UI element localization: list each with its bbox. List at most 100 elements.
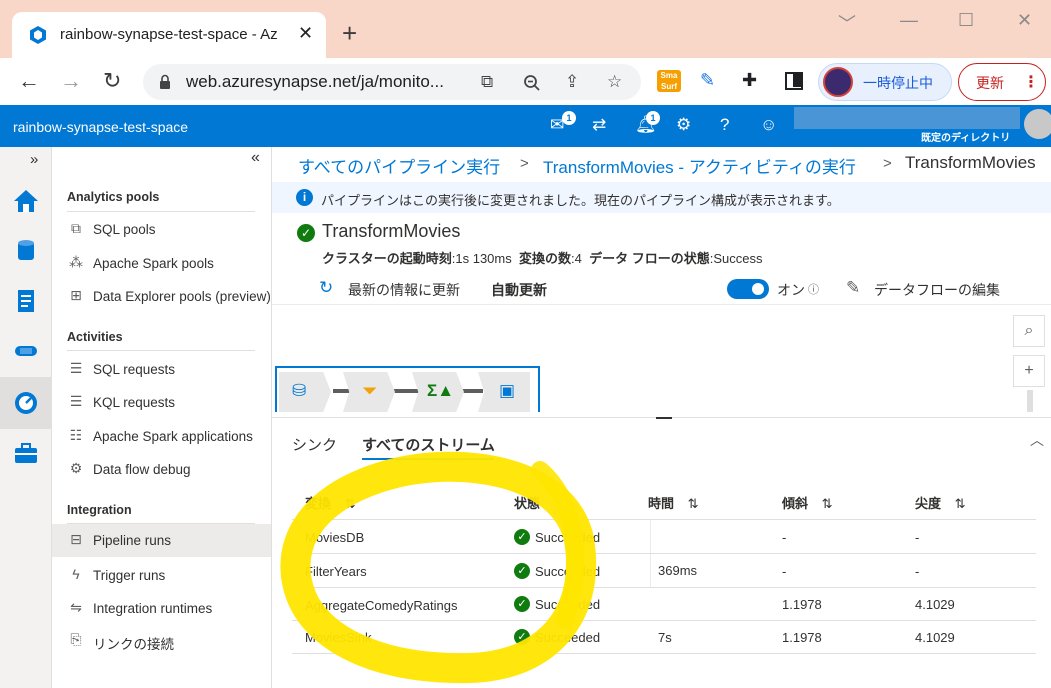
zoom-slider[interactable]	[1027, 390, 1033, 412]
smart-surf-extension-icon[interactable]: Sma Surf	[657, 70, 681, 92]
expand-rail-icon[interactable]: »	[30, 151, 38, 168]
pipeline-run-icon: ⊟	[70, 531, 82, 547]
cell-transform: FilterYears	[305, 564, 367, 579]
nav-item-integration-runtimes[interactable]: ⇋ Integration runtimes	[52, 592, 271, 625]
section-divider	[67, 211, 255, 212]
sort-icon[interactable]: ⇅	[955, 496, 966, 511]
spark-application-icon: ☷	[69, 427, 83, 443]
share-icon[interactable]: ⇪	[565, 72, 579, 92]
column-header-status[interactable]: 状態 ⇅	[514, 493, 565, 512]
manage-toolbox-icon[interactable]	[12, 439, 40, 467]
puzzle-extensions-icon[interactable]: ✚	[742, 70, 757, 91]
column-header-time[interactable]: 時間 ⇅	[648, 493, 699, 512]
source-database-icon: ⛁	[292, 381, 307, 400]
filter-funnel-icon: ⏷	[363, 381, 377, 400]
tab-sink[interactable]: シンク	[292, 434, 337, 455]
cell-kurtosis: 4.1029	[915, 597, 955, 612]
toolbar-divider	[272, 304, 1051, 305]
cell-status: Succeeded	[535, 564, 601, 579]
nav-item-spark-pools[interactable]: ⁂ Apache Spark pools	[52, 247, 271, 280]
sort-icon[interactable]: ⇅	[554, 496, 565, 511]
nav-item-pipeline-runs[interactable]: ⊟ Pipeline runs	[52, 524, 271, 557]
tab-close-icon[interactable]: ✕	[298, 23, 313, 44]
nav-item-label: Apache Spark applications	[93, 429, 253, 444]
table-row[interactable]: AggregateComedyRatings ✓ Succeeded 1.197…	[292, 588, 1036, 620]
browser-tab[interactable]: rainbow-synapse-test-space - Az ✕	[12, 12, 326, 58]
table-row[interactable]: MoviesSink ✓ Succeeded 7s 1.1978 4.1029	[292, 621, 1036, 653]
sql-request-icon: ☰	[69, 360, 83, 376]
back-icon[interactable]: ←	[18, 68, 40, 94]
nav-item-label: Pipeline runs	[93, 533, 172, 548]
sort-icon[interactable]: ⇅	[345, 496, 356, 511]
zoom-icon[interactable]	[523, 74, 541, 92]
side-panel-icon[interactable]	[785, 72, 803, 90]
cell-transform: MoviesSink	[305, 630, 372, 645]
nav-item-data-flow-debug[interactable]: ⚙ Data flow debug	[52, 453, 271, 486]
toggle-info-icon[interactable]: ⓘ	[808, 281, 819, 297]
nav-item-link-connections[interactable]: ⎘ リンクの接続	[52, 624, 271, 657]
synapse-favicon-icon	[30, 26, 46, 44]
user-avatar[interactable]	[1024, 109, 1051, 139]
nav-item-kql-requests[interactable]: ☰ KQL requests	[52, 386, 271, 419]
table-row[interactable]: MoviesDB ✓ Succeeded - -	[292, 520, 1036, 553]
nav-item-sql-pools[interactable]: ⧉ SQL pools	[52, 213, 271, 246]
translate-icon[interactable]: ⧉	[481, 72, 493, 92]
auto-refresh-toggle[interactable]	[727, 279, 769, 299]
sort-icon[interactable]: ⇅	[822, 496, 833, 511]
settings-gear-icon[interactable]: ⚙	[676, 115, 691, 135]
reload-icon[interactable]: ↻	[103, 68, 121, 94]
account-name-box[interactable]	[794, 107, 1020, 129]
forward-icon[interactable]: →	[60, 68, 82, 94]
column-header-transform[interactable]: 変換 ⇅	[305, 493, 356, 512]
column-header-label: 時間	[648, 496, 675, 511]
update-button[interactable]: 更新 ⋮	[958, 63, 1046, 101]
zoom-in-icon[interactable]: +	[1013, 355, 1045, 387]
sort-icon[interactable]: ⇅	[688, 496, 699, 511]
workspace-name[interactable]: rainbow-synapse-test-space	[13, 119, 188, 135]
feedback-person-icon[interactable]: ☺	[760, 115, 777, 135]
column-header-skew[interactable]: 傾斜 ⇅	[782, 493, 833, 512]
table-row[interactable]: FilterYears ✓ Succeeded 369ms - -	[292, 554, 1036, 587]
collapse-panel-chevron-icon[interactable]: ︿	[1030, 430, 1044, 450]
profile-paused-button[interactable]: 一時停止中	[818, 63, 952, 101]
nav-item-trigger-runs[interactable]: ϟ Trigger runs	[52, 559, 271, 592]
edit-pencil-icon[interactable]: ✎	[846, 278, 860, 298]
pane-splitter-handle[interactable]	[656, 417, 672, 419]
tab-title: rainbow-synapse-test-space - Az	[60, 26, 278, 43]
edit-data-flow-button[interactable]: データフローの編集	[874, 280, 1000, 300]
kql-request-icon: ☰	[69, 393, 83, 409]
monitor-gauge-icon[interactable]	[12, 389, 40, 417]
address-bar[interactable]: web.azuresynapse.net/ja/monito... ⧉ ⇪ ☆	[143, 64, 641, 100]
breadcrumb-all-pipeline-runs[interactable]: すべてのパイプライン実行	[298, 153, 500, 178]
tab-search-chevron-icon[interactable]: ﹀	[838, 10, 856, 36]
collapse-nav-icon[interactable]: «	[251, 149, 260, 167]
integrate-pipeline-icon[interactable]	[12, 337, 40, 365]
develop-document-icon[interactable]	[12, 287, 40, 315]
refresh-button[interactable]: 最新の情報に更新	[348, 280, 460, 300]
pause-label: 一時停止中	[863, 75, 933, 91]
nav-item-sql-requests[interactable]: ☰ SQL requests	[52, 353, 271, 386]
bookmark-star-icon[interactable]: ☆	[607, 72, 622, 92]
data-flow-graph[interactable]: ⛁ ⏷ Σ▲ ▣	[275, 366, 540, 412]
tab-all-streams[interactable]: すべてのストリーム	[362, 434, 495, 455]
auto-refresh-label: 自動更新	[491, 282, 547, 298]
nav-item-data-explorer-pools[interactable]: ⊞ Data Explorer pools (preview)	[52, 280, 271, 313]
notifications-badge: 1	[646, 111, 660, 125]
minimize-icon[interactable]: —	[900, 10, 918, 31]
notes-extension-icon[interactable]: ✎	[700, 70, 715, 91]
data-database-icon[interactable]	[12, 237, 40, 265]
data-flow-debug-icon: ⚙	[69, 460, 83, 476]
close-window-icon[interactable]: ✕	[1017, 10, 1032, 31]
help-icon[interactable]: ?	[720, 115, 729, 135]
refresh-icon[interactable]: ↻	[319, 278, 333, 298]
home-icon[interactable]	[12, 187, 40, 215]
new-tab-icon[interactable]: +	[342, 20, 357, 46]
column-header-kurtosis[interactable]: 尖度 ⇅	[915, 493, 966, 512]
switch-directory-icon[interactable]: ⇄	[592, 115, 606, 135]
toggle-state-label: オン	[777, 282, 805, 298]
breadcrumb-activity-runs[interactable]: TransformMovies - アクティビティの実行	[543, 153, 856, 178]
nav-item-spark-applications[interactable]: ☷ Apache Spark applications	[52, 420, 271, 453]
canvas-search-icon[interactable]: ⌕	[1013, 315, 1045, 347]
success-check-icon: ✓	[297, 224, 315, 242]
maximize-icon[interactable]: ☐	[958, 10, 974, 31]
